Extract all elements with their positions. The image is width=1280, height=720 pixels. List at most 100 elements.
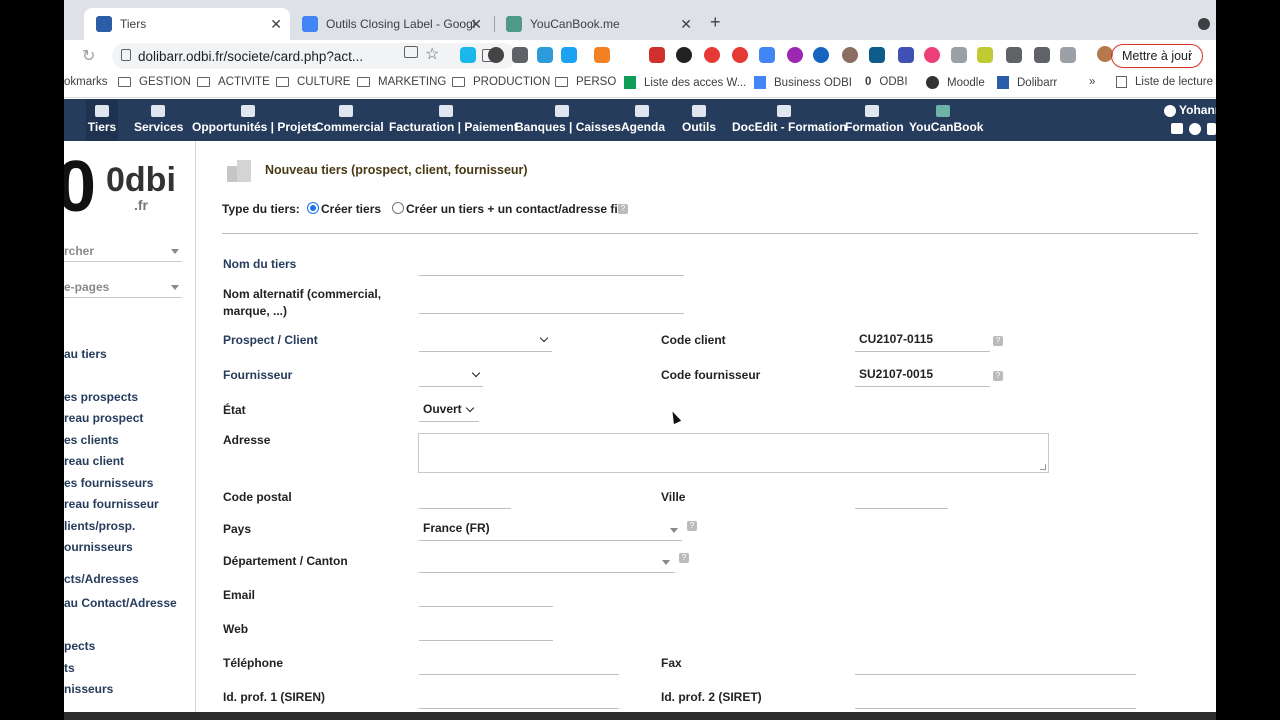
analytics-extension-icon[interactable]: [869, 47, 885, 63]
menu-commercial[interactable]: Commercial: [315, 99, 384, 141]
tab-youcanbook[interactable]: YouCanBook.me ✕: [494, 8, 700, 40]
bookmark-liste-acces[interactable]: Liste des acces W...: [624, 76, 746, 89]
bookmark-folder-perso[interactable]: PERSO: [555, 76, 616, 88]
menu-banques[interactable]: Banques | Caisses: [515, 99, 621, 141]
fax-input[interactable]: [855, 655, 1136, 675]
help-icon[interactable]: ?: [993, 336, 1003, 346]
logout-icon[interactable]: [1207, 123, 1216, 135]
bookmark-star-icon[interactable]: ☆: [425, 44, 439, 64]
opera-extension-icon[interactable]: [732, 47, 748, 63]
bookmark-folder-marketing[interactable]: MARKETING: [357, 76, 446, 88]
cookie-extension-icon[interactable]: [842, 47, 858, 63]
twitter-extension-icon[interactable]: [561, 47, 577, 63]
dark-extension-icon[interactable]: [676, 47, 692, 63]
bookmark-folder-gestion[interactable]: GESTION: [118, 76, 191, 88]
flask-extension-icon[interactable]: [977, 47, 993, 63]
reading-queue-icon[interactable]: [1060, 47, 1076, 63]
address-textarea[interactable]: [418, 433, 1049, 473]
update-button[interactable]: Mettre à jour ⋮: [1111, 44, 1203, 68]
bookmarks-overflow[interactable]: »: [1089, 76, 1095, 88]
extensions-puzzle-icon[interactable]: [1034, 47, 1050, 63]
close-tab-icon[interactable]: ✕: [680, 16, 692, 32]
download-icon[interactable]: [1006, 47, 1022, 63]
sidebar-item-contacts[interactable]: cts/Adresses: [64, 572, 139, 586]
sidebar-item-suppliers[interactable]: es fournisseurs: [64, 476, 153, 490]
reload-icon[interactable]: ↻: [82, 46, 95, 66]
pink-extension-icon[interactable]: [924, 47, 940, 63]
bookmark-business-odbi[interactable]: Business ODBI: [754, 76, 852, 89]
code-client-input[interactable]: CU2107-0115: [855, 332, 990, 352]
resize-handle-icon[interactable]: [1040, 464, 1046, 470]
menu-agenda[interactable]: Agenda: [621, 99, 665, 141]
bookmark-folder-production[interactable]: PRODUCTION: [452, 76, 550, 88]
close-tab-icon[interactable]: ✕: [270, 16, 282, 32]
user-menu[interactable]: Yohann: [1164, 103, 1216, 117]
radio-create-tiers-contact-label[interactable]: Créer un tiers + un contact/adresse fils: [406, 202, 628, 216]
code-supplier-input[interactable]: SU2107-0015: [855, 367, 990, 387]
close-tab-icon[interactable]: ✕: [470, 16, 482, 32]
menu-services[interactable]: Services: [134, 99, 183, 141]
phone-input[interactable]: [419, 655, 619, 675]
reading-list[interactable]: Liste de lecture: [1116, 76, 1213, 88]
web-input[interactable]: [419, 621, 553, 641]
red-extension-icon[interactable]: [649, 47, 665, 63]
sidebar-item-tag-suppliers[interactable]: nisseurs: [64, 682, 113, 696]
sidebar-item-clients[interactable]: es clients: [64, 433, 119, 447]
help-icon[interactable]: ?: [993, 371, 1003, 381]
tab-tiers[interactable]: Tiers ✕: [84, 8, 290, 40]
help-icon[interactable]: ?: [679, 553, 689, 563]
cast-icon[interactable]: [404, 46, 418, 58]
address-bar[interactable]: dolibarr.odbi.fr/societe/card.php?act...: [112, 43, 516, 69]
help-icon[interactable]: ?: [618, 204, 628, 214]
help-icon[interactable]: [1189, 123, 1201, 135]
code-extension-icon[interactable]: [512, 47, 528, 63]
bookmark-dolibarr[interactable]: Dolibarr: [997, 76, 1057, 89]
image-extension-icon[interactable]: [537, 47, 553, 63]
dropdown-icon[interactable]: [171, 249, 179, 254]
vimeo-extension-icon[interactable]: [460, 47, 476, 63]
menu-formation[interactable]: Formation: [845, 99, 904, 141]
help-icon[interactable]: ?: [687, 521, 697, 531]
radio-create-tiers[interactable]: [307, 202, 319, 214]
department-select[interactable]: [419, 553, 675, 573]
menu-projets[interactable]: Opportunités | Projets: [192, 99, 318, 141]
translate-extension-icon[interactable]: [759, 47, 775, 63]
eyedropper-extension-icon[interactable]: [951, 47, 967, 63]
rocket-extension-icon[interactable]: [813, 47, 829, 63]
radio-create-tiers-contact[interactable]: [392, 202, 404, 214]
sidebar-item-clients-prospects[interactable]: lients/prosp.: [64, 519, 135, 533]
menu-facturation[interactable]: Facturation | Paiement: [389, 99, 518, 141]
prof1-input[interactable]: [419, 689, 619, 709]
bookmark-folder-culture[interactable]: CULTURE: [276, 76, 350, 88]
dropdown-icon[interactable]: [171, 285, 179, 290]
dropdown-icon[interactable]: [670, 528, 678, 533]
country-select[interactable]: France (FR): [419, 521, 682, 541]
city-input[interactable]: [855, 489, 948, 509]
diamond-extension-icon[interactable]: [898, 47, 914, 63]
new-tab-button[interactable]: +: [710, 12, 721, 33]
sidebar-item-new-supplier[interactable]: reau fournisseur: [64, 497, 159, 511]
sidebar-item-tag-prospects[interactable]: pects: [64, 639, 95, 653]
menu-youcanbook[interactable]: YouCanBook: [909, 99, 983, 141]
sidebar-item-suppliers-tags[interactable]: ournisseurs: [64, 540, 133, 554]
zip-input[interactable]: [419, 489, 511, 509]
bookmark-all[interactable]: okmarks: [64, 76, 107, 88]
adblock-extension-icon[interactable]: [704, 47, 720, 63]
menu-docedit[interactable]: DocEdit - Formation: [732, 99, 847, 141]
sidebar-item-prospects[interactable]: es prospects: [64, 390, 138, 404]
sidebar-item-new-client[interactable]: reau client: [64, 454, 124, 468]
kebab-menu-icon[interactable]: ⋮: [1184, 48, 1196, 62]
chart-extension-icon[interactable]: [594, 47, 610, 63]
tab-search-icon[interactable]: [1198, 18, 1210, 30]
bookmarks-section[interactable]: e-pages: [64, 280, 109, 294]
radio-create-tiers-label[interactable]: Créer tiers: [321, 202, 381, 216]
prospect-client-select[interactable]: [419, 330, 552, 352]
sidebar-item-new-prospect[interactable]: reau prospect: [64, 411, 143, 425]
alt-name-input[interactable]: [419, 296, 684, 314]
sidebar-item-nouveau-tiers[interactable]: au tiers: [64, 347, 107, 361]
menu-outils[interactable]: Outils: [682, 99, 716, 141]
dropdown-icon[interactable]: [662, 560, 670, 565]
bookmark-moodle[interactable]: Moodle: [926, 76, 985, 89]
speed-extension-icon[interactable]: [488, 47, 504, 63]
print-icon[interactable]: [1171, 123, 1183, 134]
